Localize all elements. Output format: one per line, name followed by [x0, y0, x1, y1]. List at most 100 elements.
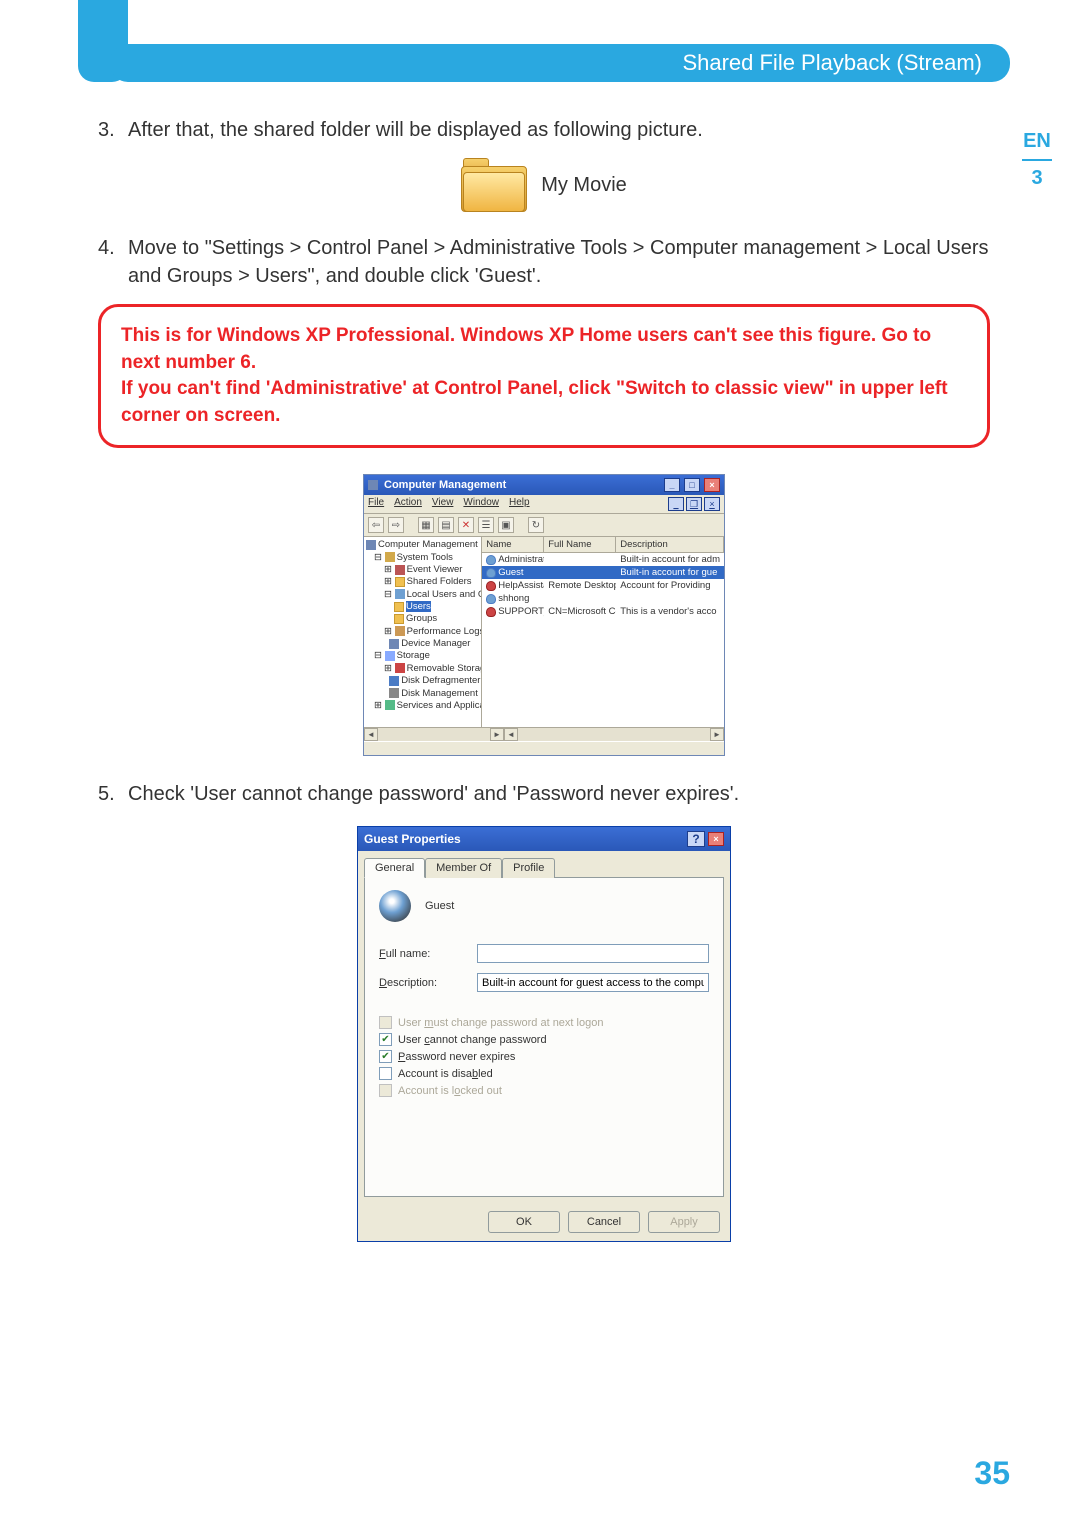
step-num: 4. — [98, 234, 128, 290]
col-fullname[interactable]: Full Name — [544, 537, 616, 552]
maximize-button[interactable]: □ — [684, 478, 700, 492]
side-label: EN 3 — [1014, 130, 1060, 190]
minimize-button[interactable]: _ — [664, 478, 680, 492]
step-num: 5. — [98, 780, 128, 808]
back-button[interactable]: ⇦ — [368, 517, 384, 533]
mdi-restore-button[interactable]: ❐ — [686, 497, 702, 511]
toolbar-prop[interactable]: ☰ — [478, 517, 494, 533]
tree-root[interactable]: Computer Management (Local) — [378, 539, 482, 550]
tab-profile[interactable]: Profile — [502, 858, 555, 878]
side-lang: EN — [1014, 130, 1060, 153]
apply-button[interactable]: Apply — [648, 1211, 720, 1233]
tree-users[interactable]: Users — [406, 601, 431, 612]
cm-toolbar: ⇦ ⇨ ▦ ▤ ✕ ☰ ▣ ↻ — [364, 514, 724, 537]
warning-callout: This is for Windows XP Professional. Win… — [98, 304, 990, 448]
check-must-change: User must change password at next logon — [379, 1016, 709, 1029]
help-button[interactable]: ? — [687, 831, 705, 847]
menu-window[interactable]: Window — [463, 497, 499, 511]
toolbar-btn-3[interactable]: ▣ — [498, 517, 514, 533]
tree-shared-folders[interactable]: Shared Folders — [407, 576, 472, 587]
fullname-input[interactable] — [477, 944, 709, 963]
gp-tabs: General Member Of Profile — [358, 851, 730, 877]
step-text: Check 'User cannot change password' and … — [128, 780, 990, 808]
check-label: Password never expires — [398, 1051, 515, 1063]
page-content: 3. After that, the shared folder will be… — [98, 116, 990, 1242]
cancel-button[interactable]: Cancel — [568, 1211, 640, 1233]
cm-body: Computer Management (Local) ⊟ System Too… — [364, 537, 724, 727]
field-description: Description: — [379, 973, 709, 992]
menu-help[interactable]: Help — [509, 497, 530, 511]
callout-line1: This is for Windows XP Professional. Win… — [121, 323, 967, 376]
tab-general[interactable]: General — [364, 858, 425, 878]
fullname-label: Full name: — [379, 948, 467, 960]
section-header: Shared File Playback (Stream) — [110, 44, 1010, 82]
section-title: Shared File Playback (Stream) — [682, 50, 982, 76]
checkbox-icon: ✔ — [379, 1033, 392, 1046]
user-icon — [379, 890, 411, 922]
cm-titlebar: Computer Management _ □ × — [364, 475, 724, 495]
check-label: User cannot change password — [398, 1034, 547, 1046]
gp-user-row: Guest — [379, 890, 709, 922]
close-button[interactable]: × — [708, 832, 724, 846]
folder-label: My Movie — [541, 174, 627, 197]
cm-list: Name Full Name Description Administrator… — [482, 537, 724, 727]
tree-diskmgmt[interactable]: Disk Management — [401, 688, 478, 699]
user-row[interactable]: AdministratorBuilt-in account for adm — [482, 553, 724, 566]
cm-tree[interactable]: Computer Management (Local) ⊟ System Too… — [364, 537, 482, 727]
description-input[interactable] — [477, 973, 709, 992]
description-label: Description: — [379, 977, 467, 989]
mdi-min-button[interactable]: _ — [668, 497, 684, 511]
user-row[interactable]: shhong — [482, 592, 724, 605]
tree-local-users[interactable]: Local Users and Groups — [407, 589, 483, 600]
toolbar-refresh[interactable]: ↻ — [528, 517, 544, 533]
folder-icon — [461, 158, 527, 212]
menu-action[interactable]: Action — [394, 497, 422, 511]
cm-statusbar — [364, 741, 724, 755]
col-desc[interactable]: Description — [616, 537, 724, 552]
cm-list-header: Name Full Name Description — [482, 537, 724, 553]
toolbar-btn-1[interactable]: ▦ — [418, 517, 434, 533]
tree-groups[interactable]: Groups — [406, 613, 437, 624]
check-label: User must change password at next logon — [398, 1017, 603, 1029]
close-button[interactable]: × — [704, 478, 720, 492]
user-row[interactable]: GuestBuilt-in account for gue — [482, 566, 724, 579]
cm-menu: File Action View Window Help _ ❐ × — [364, 495, 724, 514]
user-row[interactable]: SUPPORT_38...CN=Microsoft Co...This is a… — [482, 605, 724, 618]
tree-defrag[interactable]: Disk Defragmenter — [401, 675, 480, 686]
check-cannot-change[interactable]: ✔ User cannot change password — [379, 1033, 709, 1046]
check-label: Account is locked out — [398, 1085, 502, 1097]
mdi-close-button[interactable]: × — [704, 497, 720, 511]
gp-panel: Guest Full name: Description: User must … — [364, 877, 724, 1197]
tree-perf[interactable]: Performance Logs and Alerts — [407, 626, 483, 637]
page-number: 35 — [974, 1455, 1010, 1492]
col-name[interactable]: Name — [482, 537, 544, 552]
tree-event-viewer[interactable]: Event Viewer — [407, 564, 463, 575]
toolbar-delete[interactable]: ✕ — [458, 517, 474, 533]
gp-title-text: Guest Properties — [364, 832, 461, 846]
tab-memberof[interactable]: Member Of — [425, 858, 502, 878]
field-fullname: Full name: — [379, 944, 709, 963]
gp-button-row: OK Cancel Apply — [358, 1203, 730, 1241]
step-5: 5. Check 'User cannot change password' a… — [98, 780, 990, 808]
toolbar-btn-2[interactable]: ▤ — [438, 517, 454, 533]
tree-storage[interactable]: Storage — [397, 650, 430, 661]
step-text: After that, the shared folder will be di… — [128, 116, 990, 144]
tree-services[interactable]: Services and Applications — [397, 700, 483, 711]
check-disabled[interactable]: Account is disabled — [379, 1067, 709, 1080]
ok-button[interactable]: OK — [488, 1211, 560, 1233]
folder-preview: My Movie — [98, 158, 990, 212]
side-chapter: 3 — [1014, 167, 1060, 190]
callout-line2: If you can't find 'Administrative' at Co… — [121, 376, 967, 429]
checkbox-icon — [379, 1084, 392, 1097]
step-3: 3. After that, the shared folder will be… — [98, 116, 990, 144]
check-never-expires[interactable]: ✔ Password never expires — [379, 1050, 709, 1063]
tree-system-tools[interactable]: System Tools — [397, 552, 453, 563]
step-text: Move to "Settings > Control Panel > Admi… — [128, 234, 990, 290]
menu-file[interactable]: File — [368, 497, 384, 511]
tree-removable[interactable]: Removable Storage — [407, 663, 483, 674]
user-row[interactable]: HelpAssistantRemote Desktop ...Account f… — [482, 579, 724, 592]
menu-view[interactable]: View — [432, 497, 454, 511]
forward-button[interactable]: ⇨ — [388, 517, 404, 533]
gp-username: Guest — [425, 900, 454, 912]
tree-devmgr[interactable]: Device Manager — [401, 638, 470, 649]
